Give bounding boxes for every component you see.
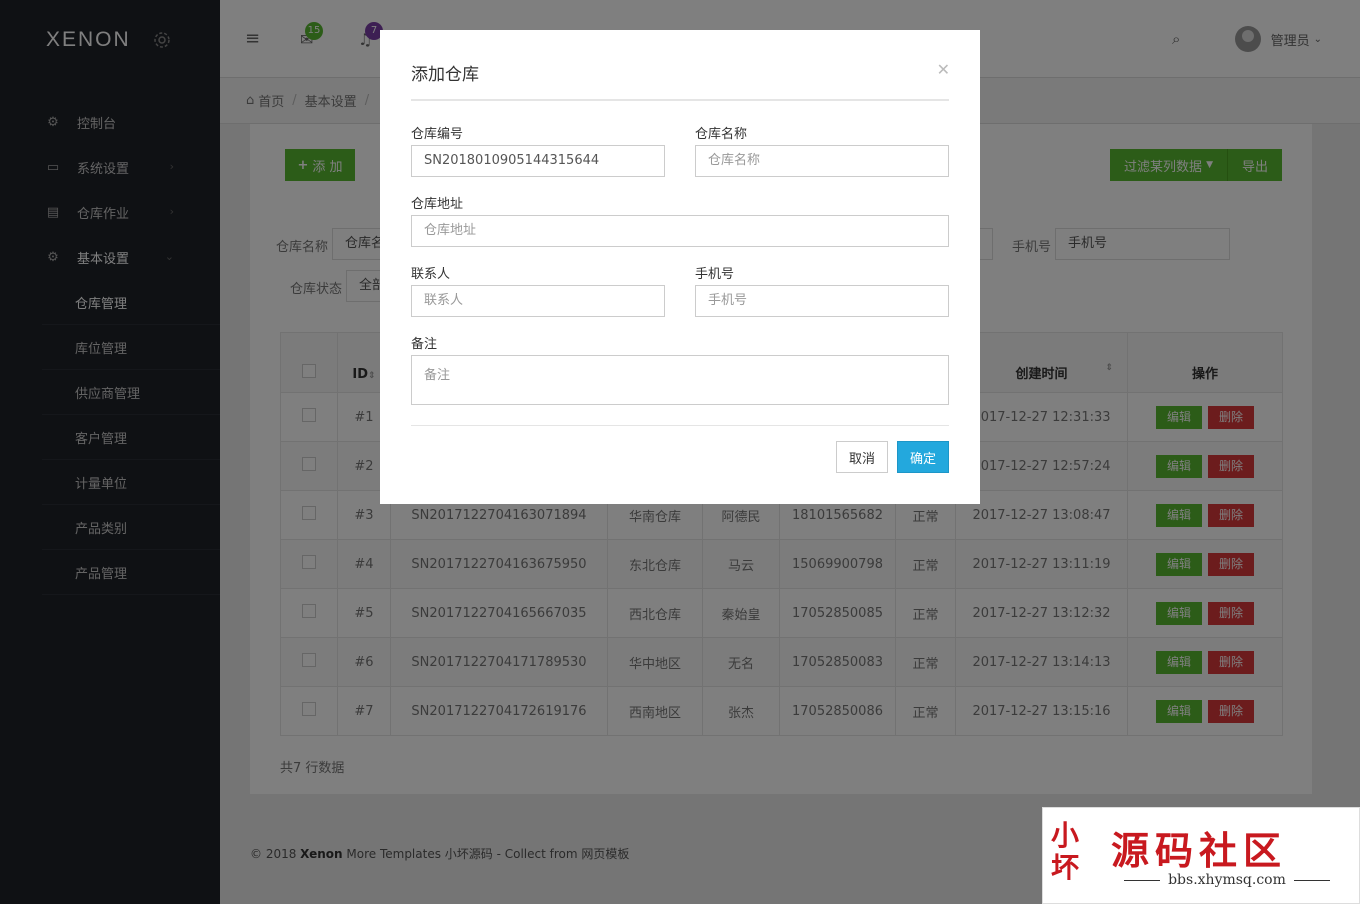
watermark: 小坏 源码社区 bbs.xhymsq.com xyxy=(1042,807,1360,904)
name-field[interactable]: 仓库名称 xyxy=(695,145,949,177)
close-icon[interactable]: ✕ xyxy=(937,60,950,79)
contact-label: 联系人 xyxy=(411,267,451,282)
watermark-url: bbs.xhymsq.com xyxy=(1103,872,1351,888)
divider xyxy=(411,425,949,426)
modal-title: 添加仓库 xyxy=(411,65,479,85)
note-label: 备注 xyxy=(411,337,438,352)
phone-field[interactable]: 手机号 xyxy=(695,285,949,317)
add-warehouse-modal: 添加仓库 ✕ 仓库编号 SN2018010905144315644 仓库名称 仓… xyxy=(380,30,980,504)
sn-field[interactable]: SN2018010905144315644 xyxy=(411,145,665,177)
contact-field[interactable]: 联系人 xyxy=(411,285,665,317)
divider xyxy=(411,99,949,101)
name-label: 仓库名称 xyxy=(695,127,748,142)
note-textarea[interactable]: 备注 xyxy=(411,355,949,405)
cancel-button[interactable]: 取消 xyxy=(836,441,888,473)
address-label: 仓库地址 xyxy=(411,197,464,212)
address-field[interactable]: 仓库地址 xyxy=(411,215,949,247)
sn-label: 仓库编号 xyxy=(411,127,464,142)
watermark-logo: 小坏 xyxy=(1051,819,1080,884)
watermark-title: 源码社区 xyxy=(1111,829,1288,873)
phone-label: 手机号 xyxy=(695,267,735,282)
confirm-button[interactable]: 确定 xyxy=(897,441,949,473)
